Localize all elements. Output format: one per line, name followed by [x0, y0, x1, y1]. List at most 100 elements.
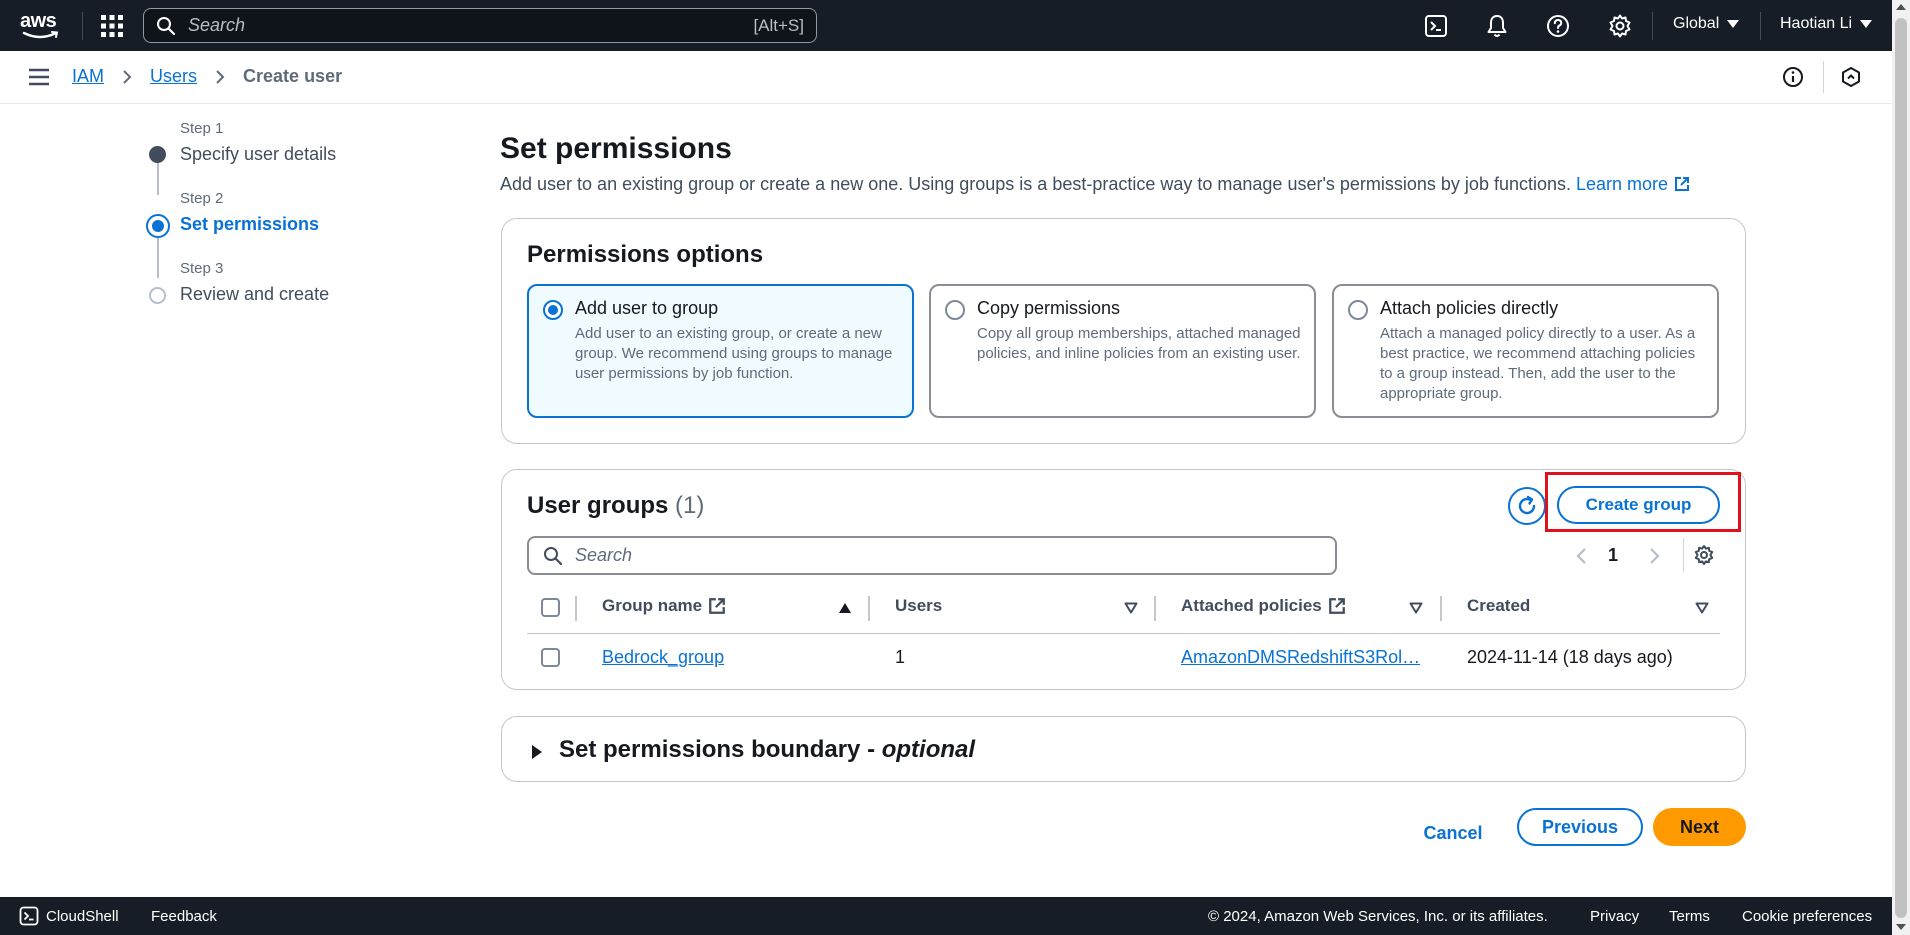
footer-cloudshell-link[interactable]: CloudShell — [46, 908, 119, 925]
info-icon[interactable] — [1782, 66, 1804, 88]
create-group-button[interactable]: Create group — [1557, 486, 1720, 524]
chevron-right-icon — [123, 69, 132, 84]
option-title: Add user to group — [575, 298, 719, 318]
column-divider — [1154, 596, 1156, 621]
cancel-button[interactable]: Cancel — [1413, 815, 1493, 851]
menu-hamburger-icon[interactable] — [28, 68, 50, 86]
permissions-options-title: Permissions options — [527, 241, 764, 268]
breadcrumb-iam[interactable]: IAM — [72, 66, 104, 87]
user-groups-search[interactable] — [527, 536, 1337, 575]
cell-group-name: Bedrock_group — [602, 647, 724, 668]
breadcrumb-users[interactable]: Users — [150, 66, 197, 87]
step-title: Review and create — [180, 284, 330, 304]
step-number: Step 3 — [180, 260, 224, 277]
pagination-divider — [1683, 538, 1684, 572]
sort-icon[interactable] — [1695, 602, 1709, 614]
boundary-title-text: Set permissions boundary - — [559, 736, 882, 763]
radio-button[interactable] — [945, 300, 965, 320]
step-connector — [157, 236, 159, 278]
permissions-boundary-title[interactable]: Set permissions boundary - optional — [559, 736, 975, 764]
cloudshell-icon[interactable] — [19, 906, 39, 926]
group-name-link[interactable]: Bedrock_group — [602, 647, 724, 667]
row-checkbox[interactable] — [541, 648, 560, 667]
caret-down-icon — [1860, 20, 1873, 28]
radio-button[interactable] — [1348, 300, 1368, 320]
chevron-left-icon[interactable] — [1573, 546, 1591, 566]
column-header-label: Users — [895, 596, 943, 615]
option-attach-policies-directly[interactable]: Attach policies directly Attach a manage… — [1332, 284, 1719, 418]
column-header-attached-policies[interactable]: Attached policies — [1181, 596, 1346, 616]
account-user-name: Haotian Li — [1780, 15, 1853, 32]
column-header-created[interactable]: Created — [1467, 596, 1530, 616]
column-divider — [575, 596, 577, 621]
option-description: Copy all group memberships, attached man… — [977, 325, 1301, 362]
region-selector[interactable]: Global — [1673, 15, 1740, 33]
column-header-label: Attached policies — [1181, 596, 1322, 615]
nav-divider — [82, 12, 83, 40]
footer-privacy-link[interactable]: Privacy — [1590, 908, 1639, 925]
breadcrumb-divider — [1823, 61, 1824, 93]
footer: CloudShell Feedback © 2024, Amazon Web S… — [0, 897, 1892, 935]
previous-button[interactable]: Previous — [1517, 808, 1643, 846]
nav-divider — [1760, 12, 1761, 40]
pagination-page-number[interactable]: 1 — [1608, 545, 1618, 566]
boundary-optional-label: optional — [881, 736, 976, 763]
sort-icon[interactable] — [1124, 602, 1138, 614]
top-navigation-bar: aws Search [Alt+S] Global Haotian Li — [0, 0, 1892, 51]
help-panel-icon[interactable] — [1840, 66, 1862, 88]
step-pending-dot — [149, 287, 166, 304]
search-placeholder: Search — [188, 15, 246, 35]
scroll-down-arrow-icon[interactable] — [1896, 924, 1906, 930]
column-header-users[interactable]: Users — [895, 596, 942, 616]
aws-logo[interactable]: aws — [20, 11, 62, 40]
option-add-user-to-group[interactable]: Add user to group Add user to an existin… — [527, 284, 914, 418]
step-title: Specify user details — [180, 144, 337, 164]
help-icon[interactable] — [1545, 13, 1571, 39]
page-description: Add user to an existing group or create … — [500, 174, 1690, 195]
option-copy-permissions[interactable]: Copy permissions Copy all group membersh… — [929, 284, 1316, 418]
breadcrumb-current: Create user — [243, 66, 343, 86]
cell-created: 2024-11-14 (18 days ago) — [1467, 647, 1673, 667]
notifications-bell-icon[interactable] — [1484, 13, 1510, 39]
chevron-right-icon — [216, 69, 225, 84]
scrollbar-thumb[interactable] — [1895, 18, 1907, 918]
column-divider — [1440, 596, 1442, 621]
step-number: Step 2 — [180, 190, 224, 207]
external-link-icon — [1675, 177, 1690, 191]
user-groups-title: User groups (1) — [527, 492, 704, 520]
apps-grid-icon[interactable] — [100, 14, 124, 38]
chevron-right-icon[interactable] — [1645, 546, 1663, 566]
sort-ascending-icon[interactable] — [838, 602, 852, 614]
attached-policy-link[interactable]: AmazonDMSRedshiftS3Rol… — [1181, 647, 1420, 667]
global-search-input[interactable]: Search [Alt+S] — [143, 8, 817, 43]
footer-terms-link[interactable]: Terms — [1669, 908, 1710, 925]
vertical-scrollbar[interactable] — [1892, 0, 1910, 935]
step-connector — [157, 163, 159, 195]
aws-smile-icon — [22, 31, 59, 39]
option-description: Add user to an existing group, or create… — [575, 325, 893, 382]
learn-more-link[interactable]: Learn more — [1576, 174, 1690, 194]
scroll-up-arrow-icon[interactable] — [1896, 4, 1906, 10]
user-groups-search-input[interactable] — [575, 545, 1275, 566]
footer-feedback-link[interactable]: Feedback — [151, 908, 217, 925]
next-button[interactable]: Next — [1653, 808, 1746, 846]
select-all-checkbox[interactable] — [541, 598, 560, 617]
table-preferences-gear-icon[interactable] — [1693, 544, 1715, 566]
breadcrumb-bar: IAM Users Create user — [0, 51, 1892, 104]
account-menu[interactable]: Haotian Li — [1780, 15, 1873, 33]
user-groups-heading: User groups — [527, 492, 669, 519]
caret-right-icon[interactable] — [531, 744, 543, 760]
page-title: Set permissions — [500, 132, 732, 165]
cloudshell-icon[interactable] — [1423, 13, 1449, 39]
refresh-button[interactable] — [1508, 487, 1546, 525]
option-description: Attach a managed policy directly to a us… — [1380, 325, 1696, 402]
column-header-group-name[interactable]: Group name — [602, 596, 726, 616]
settings-gear-icon[interactable] — [1607, 13, 1633, 39]
search-icon — [157, 16, 176, 35]
column-header-label: Created — [1467, 596, 1531, 615]
radio-button-selected[interactable] — [543, 300, 563, 320]
footer-cookie-preferences-link[interactable]: Cookie preferences — [1742, 908, 1872, 925]
step-active-indicator — [146, 214, 170, 238]
cell-attached-policies: AmazonDMSRedshiftS3Rol… — [1181, 647, 1420, 668]
sort-icon[interactable] — [1409, 602, 1423, 614]
